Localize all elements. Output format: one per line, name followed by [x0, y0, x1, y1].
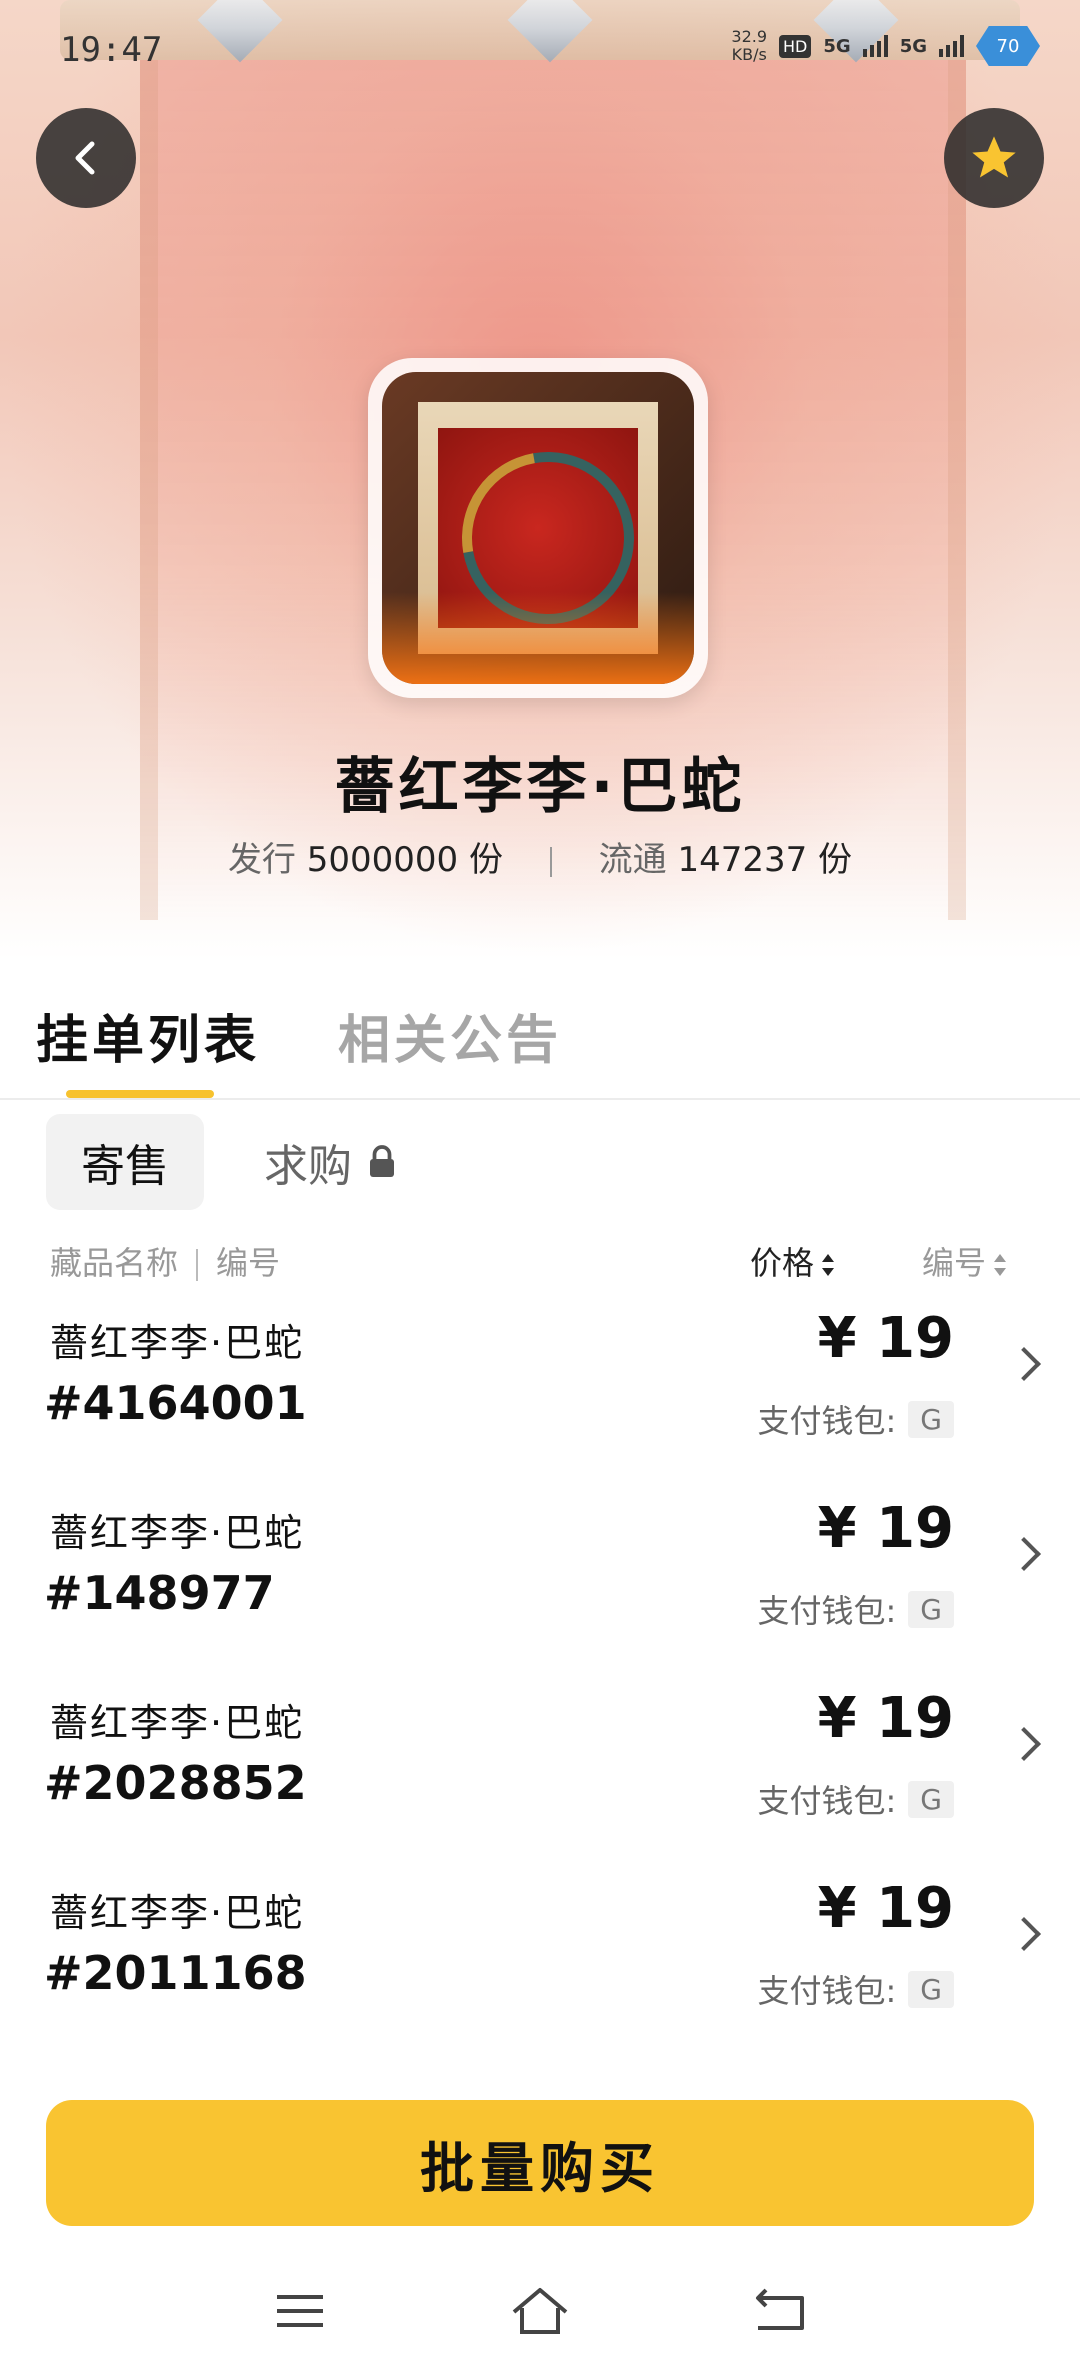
- listing-serial: #148977: [44, 1566, 275, 1620]
- hd-icon: HD: [779, 34, 812, 58]
- menu-icon: [277, 2295, 323, 2327]
- listing-row[interactable]: 薔红李李·巴蛇 #4164001 ¥ 19 支付钱包: G: [0, 1292, 1080, 1482]
- stats-divider: [549, 846, 552, 877]
- header-name: 藏品名称: [50, 1244, 179, 1282]
- network-type: 5G: [823, 35, 851, 57]
- listing-wallet: 支付钱包: G: [758, 1966, 954, 2012]
- signal-icon: [939, 35, 964, 57]
- subtab-consign[interactable]: 寄售: [46, 1114, 204, 1210]
- back-button[interactable]: [36, 108, 136, 208]
- chevron-right-icon: [1007, 1917, 1041, 1951]
- menu-nav-button[interactable]: [250, 2276, 350, 2346]
- circulation-unit: 份: [818, 840, 853, 880]
- collectible-image: [382, 372, 694, 684]
- listing-row[interactable]: 薔红李李·巴蛇 #2028852 ¥ 19 支付钱包: G: [0, 1672, 1080, 1862]
- main-tabs: 挂单列表 相关公告: [36, 998, 562, 1073]
- listing-serial: #2011168: [44, 1946, 307, 2000]
- status-icons: 32.9 KB/s HD 5G 5G 70: [731, 26, 1040, 66]
- subtab-want-to-buy-label: 求购: [264, 1141, 352, 1192]
- sort-icon: [822, 1254, 835, 1276]
- back-nav-button[interactable]: [730, 2276, 830, 2346]
- listing-serial: #4164001: [44, 1376, 307, 1430]
- list-header: 藏品名称 编号 价格 编号: [50, 1232, 1030, 1282]
- wallet-badge: G: [908, 1590, 954, 1628]
- listing-wallet: 支付钱包: G: [758, 1776, 954, 1822]
- tab-announcements[interactable]: 相关公告: [338, 998, 562, 1073]
- back-arrow-icon: [756, 2288, 804, 2330]
- chevron-right-icon: [1007, 1727, 1041, 1761]
- tab-listings[interactable]: 挂单列表: [36, 998, 260, 1073]
- listing-row[interactable]: 薔红李李·巴蛇 #148977 ¥ 19 支付钱包: G: [0, 1482, 1080, 1672]
- wallet-badge: G: [908, 1970, 954, 2008]
- network-speed: 32.9 KB/s: [731, 27, 768, 64]
- listing-wallet: 支付钱包: G: [758, 1586, 954, 1632]
- issued-label: 发行: [227, 840, 296, 880]
- listing-price: ¥ 19: [817, 1306, 954, 1371]
- status-time: 19:47: [60, 30, 163, 70]
- sort-by-price[interactable]: 价格: [750, 1238, 835, 1284]
- chevron-right-icon: [1007, 1347, 1041, 1381]
- subtab-want-to-buy[interactable]: 求购: [264, 1114, 400, 1210]
- lock-icon: [370, 1145, 394, 1177]
- chevron-right-icon: [1007, 1537, 1041, 1571]
- wallet-badge: G: [908, 1400, 954, 1438]
- listing-serial: #2028852: [44, 1756, 307, 1810]
- batch-buy-button[interactable]: 批量购买: [46, 2100, 1034, 2226]
- home-icon: [512, 2288, 568, 2334]
- listing-price: ¥ 19: [817, 1876, 954, 1941]
- sort-icon: [994, 1254, 1007, 1276]
- listing-name: 薔红李李·巴蛇: [50, 1891, 305, 1935]
- battery-icon: 70: [976, 26, 1040, 66]
- listing-wallet: 支付钱包: G: [758, 1396, 954, 1442]
- listing-name: 薔红李李·巴蛇: [50, 1321, 305, 1365]
- circulation-label: 流通: [598, 840, 667, 880]
- wallet-badge: G: [908, 1780, 954, 1818]
- listing-row[interactable]: 薔红李李·巴蛇 #2011168 ¥ 19 支付钱包: G: [0, 1862, 1080, 2052]
- issued-unit: 份: [469, 840, 503, 880]
- header-serial: 编号: [216, 1244, 281, 1282]
- listing-price: ¥ 19: [817, 1686, 954, 1751]
- tabs-divider: [0, 1098, 1080, 1100]
- collectible-image-frame: [368, 358, 708, 698]
- tab-indicator: [66, 1090, 214, 1098]
- sort-by-number[interactable]: 编号: [922, 1238, 1007, 1284]
- issued-value: 5000000: [306, 840, 459, 880]
- circulation-value: 147237: [677, 840, 808, 880]
- signal-icon: [862, 35, 888, 57]
- star-icon: [972, 136, 1016, 178]
- collectible-title: 薔红李李·巴蛇: [334, 752, 746, 822]
- collectible-stats: 发行 5000000 份 流通 147237 份: [0, 832, 1080, 881]
- listing-name: 薔红李李·巴蛇: [50, 1701, 305, 1745]
- listing-name: 薔红李李·巴蛇: [50, 1511, 305, 1555]
- network-type: 5G: [899, 35, 927, 57]
- home-nav-button[interactable]: [490, 2276, 590, 2346]
- favorite-button[interactable]: [944, 108, 1044, 208]
- listing-price: ¥ 19: [817, 1496, 954, 1561]
- chevron-left-icon: [75, 141, 95, 175]
